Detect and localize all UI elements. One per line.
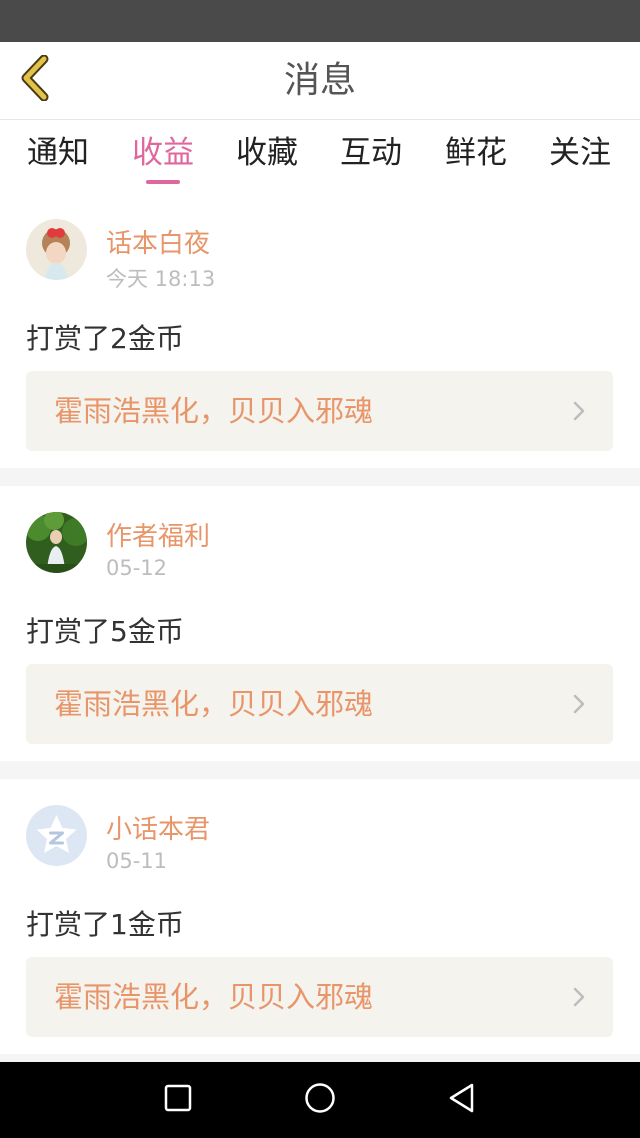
message-time: 05-12	[106, 556, 168, 580]
tab-favorites[interactable]: 收藏	[219, 121, 315, 193]
avatar[interactable]	[26, 512, 87, 573]
tab-flowers[interactable]: 鲜花	[428, 121, 524, 193]
circle-icon	[304, 1082, 336, 1118]
system-nav-bar	[0, 1062, 640, 1138]
chevron-left-icon	[19, 54, 53, 105]
active-tab-indicator	[146, 180, 180, 184]
work-title: 霍雨浩黑化，贝贝入邪魂	[54, 687, 374, 721]
sender-name[interactable]: 作者福利	[106, 516, 210, 553]
page-title: 消息	[283, 60, 356, 101]
message-time: 今天 18:13	[106, 267, 216, 291]
square-icon	[164, 1084, 192, 1116]
message-card: 小话本君 05-11 打赏了1金币 霍雨浩黑化，贝贝入邪魂	[0, 779, 640, 1054]
message-text: 打赏了2金币	[26, 322, 184, 355]
home-button[interactable]	[280, 1062, 360, 1138]
sender-name[interactable]: 小话本君	[106, 809, 210, 846]
status-bar	[0, 0, 640, 42]
work-link[interactable]: 霍雨浩黑化，贝贝入邪魂	[26, 957, 613, 1037]
back-button[interactable]	[10, 54, 62, 106]
sender-name[interactable]: 话本白夜	[106, 223, 210, 260]
tab-bar: 通知 收益 收藏 互动 鲜花 关注	[0, 121, 640, 193]
message-text: 打赏了1金币	[26, 908, 184, 941]
message-list[interactable]: 话本白夜 今天 18:13 打赏了2金币 霍雨浩黑化，贝贝入邪魂 作者福利 05…	[0, 193, 640, 1062]
work-title: 霍雨浩黑化，贝贝入邪魂	[54, 980, 374, 1014]
tab-following[interactable]: 关注	[532, 121, 628, 193]
header: 消息	[0, 42, 640, 120]
recent-apps-button[interactable]	[138, 1062, 218, 1138]
work-link[interactable]: 霍雨浩黑化，贝贝入邪魂	[26, 664, 613, 744]
chevron-right-icon	[573, 694, 585, 718]
tab-interactions[interactable]: 互动	[323, 121, 419, 193]
tab-earnings[interactable]: 收益	[115, 121, 211, 193]
message-time: 05-11	[106, 849, 168, 873]
work-link[interactable]: 霍雨浩黑化，贝贝入邪魂	[26, 371, 613, 451]
work-title: 霍雨浩黑化，贝贝入邪魂	[54, 394, 374, 428]
chevron-right-icon	[573, 987, 585, 1011]
message-card: 话本白夜 今天 18:13 打赏了2金币 霍雨浩黑化，贝贝入邪魂	[0, 193, 640, 468]
avatar[interactable]	[26, 219, 87, 280]
tab-notifications[interactable]: 通知	[10, 121, 106, 193]
message-card: 作者福利 05-12 打赏了5金币 霍雨浩黑化，贝贝入邪魂	[0, 486, 640, 761]
chevron-right-icon	[573, 401, 585, 425]
avatar[interactable]	[26, 805, 87, 866]
message-text: 打赏了5金币	[26, 615, 184, 648]
triangle-back-icon	[448, 1083, 476, 1117]
back-nav-button[interactable]	[422, 1062, 502, 1138]
